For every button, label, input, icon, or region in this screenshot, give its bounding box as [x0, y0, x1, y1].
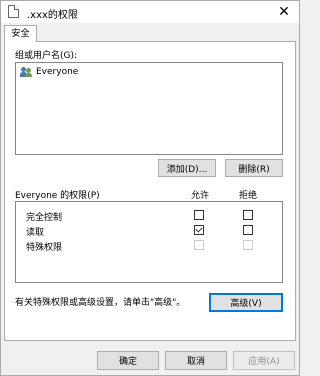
cancel-button[interactable]: 取消 [165, 351, 227, 370]
tab-security[interactable]: 安全 [4, 25, 37, 42]
allow-checkbox [194, 240, 204, 250]
deny-header: 拒绝 [239, 191, 258, 201]
check-icon [195, 225, 203, 233]
remove-button[interactable]: 删除(R) [225, 159, 283, 177]
advanced-hint: 有关特殊权限或高级设置，请单击"高级"。 [15, 298, 186, 308]
allow-header: 允许 [191, 191, 210, 201]
table-row: 完全控制 [16, 208, 282, 223]
table-row: 读取 [16, 223, 282, 238]
permissions-label: Everyone 的权限(P) [15, 191, 100, 201]
list-item[interactable]: Everyone [20, 67, 78, 77]
add-button[interactable]: 添加(D)... [158, 159, 216, 177]
permission-name: 完全控制 [26, 213, 63, 223]
groups-label: 组或用户名(G): [15, 51, 78, 61]
title-bar: .xxx的权限 ✕ [1, 1, 299, 23]
deny-checkbox [243, 240, 253, 250]
permissions-dialog: .xxx的权限 ✕ 安全 组或用户名(G): Everyone 添加(D)...… [0, 0, 300, 376]
apply-button[interactable]: 应用(A) [233, 351, 295, 370]
allow-checkbox[interactable] [194, 225, 204, 235]
window-title: .xxx的权限 [27, 10, 78, 21]
close-icon[interactable]: ✕ [275, 3, 293, 21]
allow-checkbox[interactable] [194, 210, 204, 220]
file-icon [8, 5, 19, 18]
deny-checkbox[interactable] [243, 225, 253, 235]
groups-listbox[interactable]: Everyone [15, 62, 283, 155]
ok-button[interactable]: 确定 [97, 351, 159, 370]
permission-name: 特殊权限 [26, 243, 63, 253]
advanced-button[interactable]: 高级(V) [209, 293, 283, 312]
users-icon [20, 67, 33, 77]
table-row: 特殊权限 [16, 238, 282, 253]
permission-name: 读取 [26, 228, 45, 238]
deny-checkbox[interactable] [243, 210, 253, 220]
list-item-label: Everyone [36, 67, 79, 77]
permissions-list: 完全控制 读取 特殊权限 [15, 201, 283, 283]
